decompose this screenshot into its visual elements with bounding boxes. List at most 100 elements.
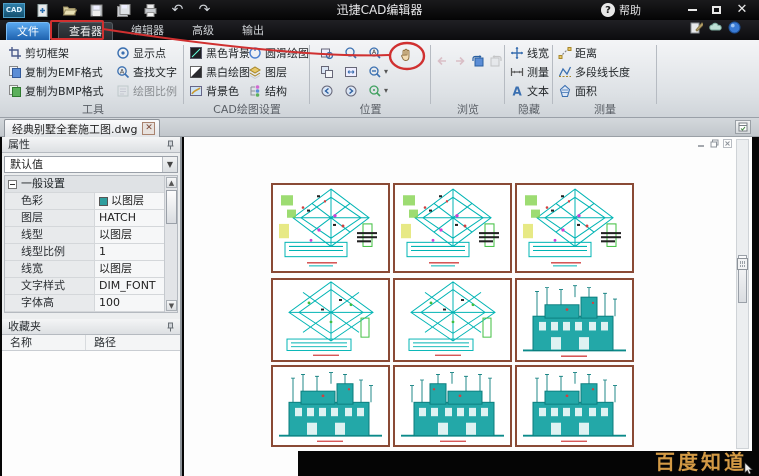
roof-plan-drawing	[395, 280, 510, 360]
help-button[interactable]: ? 帮助	[601, 2, 641, 18]
pin-icon[interactable]	[166, 322, 175, 332]
fit-page-button[interactable]	[342, 63, 360, 80]
new-file-button[interactable]	[33, 2, 52, 19]
drawing-thumbnail-elevation[interactable]	[271, 365, 390, 447]
minimize-button[interactable]	[683, 2, 701, 17]
polyline-length-button[interactable]: 多段线长度	[556, 62, 632, 81]
property-value: 以图层	[99, 227, 132, 243]
favorites-header[interactable]: 收藏夹	[2, 319, 180, 335]
undo-button[interactable]: ↶	[168, 2, 187, 19]
tab-viewer[interactable]: 查看器	[58, 22, 113, 40]
copy-emf-button[interactable]: 复制为EMF格式	[6, 62, 106, 81]
close-button[interactable]: ✕	[733, 2, 751, 17]
distance-button[interactable]: 距离	[556, 43, 632, 62]
favorites-list[interactable]	[2, 351, 180, 476]
pin-icon[interactable]	[166, 140, 175, 150]
scroll-down-icon[interactable]: ▼	[166, 300, 177, 311]
black-background-button[interactable]: 黑色背景	[187, 43, 252, 62]
background-color-button[interactable]: 背景色	[187, 81, 252, 100]
drawing-canvas[interactable]	[184, 137, 752, 452]
zoom-extents-button[interactable]	[342, 44, 360, 61]
column-path[interactable]: 路径	[86, 335, 116, 350]
canvas-lower-area	[184, 452, 298, 476]
print-button[interactable]	[141, 2, 160, 19]
hide-text-button[interactable]: A 文本	[508, 81, 551, 100]
maximize-button[interactable]	[707, 2, 725, 17]
drawing-thumbnail-roof-plan[interactable]	[271, 278, 390, 362]
find-text-button[interactable]: A 查找文字	[114, 62, 179, 81]
hide-measure-button[interactable]: 测量	[508, 62, 551, 81]
drawing-thumbnail-elevation[interactable]	[515, 278, 634, 362]
copy-bmp-button[interactable]: 复制为BMP格式	[6, 81, 106, 100]
chevron-down-icon[interactable]: ▾	[384, 86, 388, 95]
next-view-icon	[344, 84, 358, 98]
elevation-drawing	[517, 367, 632, 445]
property-section-row[interactable]: 一般设置	[5, 176, 177, 193]
mdi-restore-icon[interactable]	[710, 139, 719, 148]
zoom-selection-button[interactable]: A	[366, 44, 384, 61]
cloud-icon[interactable]	[709, 21, 722, 34]
drawing-thumbnail-floor-plan[interactable]	[515, 183, 634, 273]
open-file-button[interactable]	[60, 2, 79, 19]
preset-dropdown[interactable]: 默认值 ▼	[4, 156, 178, 173]
property-row[interactable]: 字体高 100	[5, 295, 177, 312]
next-view-button[interactable]	[342, 82, 360, 99]
blue-sphere-icon[interactable]	[728, 21, 741, 34]
mdi-minimize-icon[interactable]	[697, 139, 706, 148]
property-row[interactable]: 线型 以图层	[5, 227, 177, 244]
property-value: 100	[99, 295, 120, 311]
save-all-button[interactable]	[114, 2, 133, 19]
button-label: 结构	[265, 83, 287, 99]
chevron-down-icon[interactable]: ▾	[384, 67, 388, 76]
show-points-button[interactable]: 显示点	[114, 43, 179, 62]
window-view-button[interactable]	[318, 63, 336, 80]
drawing-thumbnail-roof-plan[interactable]	[393, 278, 512, 362]
drawing-thumbnail-floor-plan[interactable]	[393, 183, 512, 273]
properties-scrollbar[interactable]: ▲ ▼	[164, 176, 177, 312]
previous-view-button[interactable]	[318, 82, 336, 99]
ribbon-group-tools: 剪切框架 复制为EMF格式 复制为BMP格式 显示点 A 查找文字 绘图	[2, 40, 184, 118]
drawing-thumbnail-elevation[interactable]	[515, 365, 634, 447]
zoom-out-button[interactable]	[366, 63, 384, 80]
cut-frame-button[interactable]: 剪切框架	[6, 43, 106, 62]
zoom-window-button[interactable]	[318, 44, 336, 61]
maximize-icon	[712, 6, 721, 14]
smooth-drawing-button[interactable]: 圆滑绘图	[246, 43, 311, 62]
zoom-scale-button[interactable]	[366, 82, 384, 99]
tab-advanced[interactable]: 高级	[182, 22, 224, 40]
tab-file[interactable]: 文件	[6, 22, 50, 40]
property-row[interactable]: 文字样式 DIM_FONT	[5, 278, 177, 295]
collapse-icon[interactable]	[8, 180, 17, 189]
hide-lineweight-button[interactable]: 线宽	[508, 43, 551, 62]
tab-editor[interactable]: 编辑器	[121, 22, 174, 40]
scrollbar-thumb[interactable]	[166, 190, 177, 224]
scroll-up-icon[interactable]: ▲	[166, 177, 177, 188]
properties-header[interactable]: 属性	[2, 137, 180, 153]
drawing-thumbnail-floor-plan[interactable]	[271, 183, 390, 273]
group-label: 位置	[310, 101, 431, 117]
bw-drawing-button[interactable]: 黑白绘图	[187, 62, 252, 81]
layers-button[interactable]: 图层	[246, 62, 311, 81]
notepad-pen-icon[interactable]	[690, 21, 703, 34]
document-tab[interactable]: 经典别墅全套施工图.dwg ✕	[4, 119, 160, 137]
structure-button[interactable]: 结构	[246, 81, 311, 100]
pan-hand-button[interactable]	[396, 45, 416, 64]
mdi-close-icon[interactable]	[723, 139, 732, 148]
bw-drawing-icon	[189, 65, 203, 79]
save-button[interactable]	[87, 2, 106, 19]
property-label: 线宽	[5, 261, 95, 277]
property-row[interactable]: 线宽 以图层	[5, 261, 177, 278]
column-name[interactable]: 名称	[2, 335, 86, 350]
area-button[interactable]: 面积	[556, 81, 632, 100]
property-row[interactable]: 图层 HATCH	[5, 210, 177, 227]
property-row[interactable]: 色彩 以图层	[5, 193, 177, 210]
panel-toggle-button[interactable]	[735, 120, 751, 134]
rotate-left-button[interactable]	[469, 52, 487, 69]
property-row[interactable]: 线型比例 1	[5, 244, 177, 261]
tab-output[interactable]: 输出	[232, 22, 274, 40]
drawing-thumbnail-elevation[interactable]	[393, 365, 512, 447]
canvas-vertical-scrollbar[interactable]	[736, 139, 749, 449]
redo-button[interactable]: ↷	[195, 2, 214, 19]
scrollbar-grip[interactable]	[737, 258, 748, 270]
document-close-button[interactable]: ✕	[142, 122, 155, 135]
